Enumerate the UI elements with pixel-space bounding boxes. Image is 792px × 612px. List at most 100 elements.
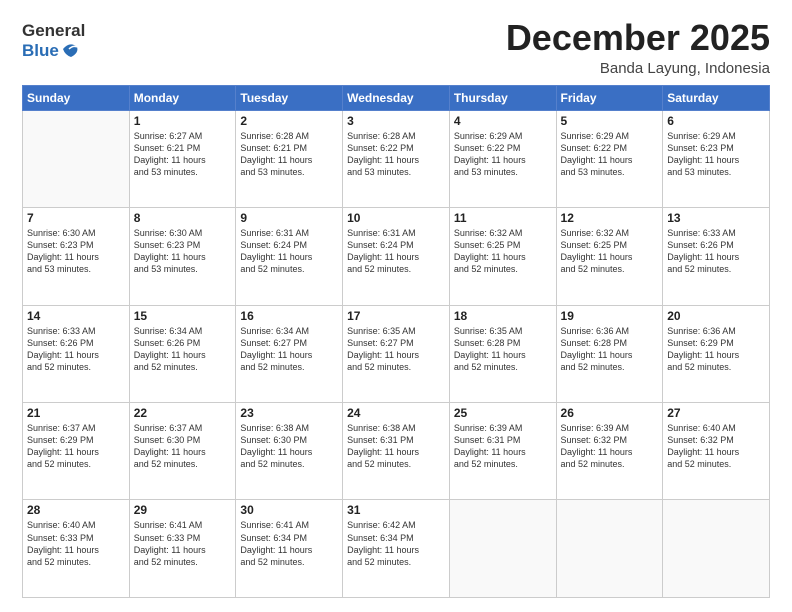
header: General Blue December 2025 Banda Layung,… [22, 18, 770, 77]
day-number: 4 [454, 114, 552, 128]
calendar-cell: 23 Sunrise: 6:38 AM Sunset: 6:30 PM Dayli… [236, 403, 343, 500]
day-info: Sunrise: 6:32 AM Sunset: 6:25 PM Dayligh… [561, 227, 659, 276]
day-number: 24 [347, 406, 445, 420]
day-info: Sunrise: 6:36 AM Sunset: 6:29 PM Dayligh… [667, 325, 765, 374]
day-number: 8 [134, 211, 232, 225]
day-info: Sunrise: 6:31 AM Sunset: 6:24 PM Dayligh… [347, 227, 445, 276]
day-number: 28 [27, 503, 125, 517]
day-number: 15 [134, 309, 232, 323]
calendar-week-row: 7 Sunrise: 6:30 AM Sunset: 6:23 PM Daylig… [23, 208, 770, 305]
calendar-cell: 27Sunrise: 6:40 AM Sunset: 6:32 PM Dayli… [663, 403, 770, 500]
logo-icon [61, 39, 79, 59]
day-number: 30 [240, 503, 338, 517]
day-number: 20 [667, 309, 765, 323]
calendar-week-row: 28 Sunrise: 6:40 AM Sunset: 6:33 PM Dayli… [23, 500, 770, 598]
calendar-cell: 7 Sunrise: 6:30 AM Sunset: 6:23 PM Daylig… [23, 208, 130, 305]
day-number: 9 [240, 211, 338, 225]
day-number: 10 [347, 211, 445, 225]
calendar-cell: 21 Sunrise: 6:37 AM Sunset: 6:29 PM Dayli… [23, 403, 130, 500]
calendar-cell: 2Sunrise: 6:28 AM Sunset: 6:21 PM Daylig… [236, 110, 343, 207]
day-info: Sunrise: 6:37 AM Sunset: 6:30 PM Dayligh… [134, 422, 232, 471]
calendar-cell: 24 Sunrise: 6:38 AM Sunset: 6:31 PM Dayli… [343, 403, 450, 500]
day-number: 7 [27, 211, 125, 225]
calendar-cell: 5 Sunrise: 6:29 AM Sunset: 6:22 PM Daylig… [556, 110, 663, 207]
calendar-cell: 8Sunrise: 6:30 AM Sunset: 6:23 PM Daylig… [129, 208, 236, 305]
day-number: 23 [240, 406, 338, 420]
day-number: 25 [454, 406, 552, 420]
logo-blue-text: Blue [22, 42, 59, 59]
day-info: Sunrise: 6:36 AM Sunset: 6:28 PM Dayligh… [561, 325, 659, 374]
calendar-cell: 26Sunrise: 6:39 AM Sunset: 6:32 PM Dayli… [556, 403, 663, 500]
title-block: December 2025 Banda Layung, Indonesia [506, 18, 770, 77]
calendar-week-row: 14 Sunrise: 6:33 AM Sunset: 6:26 PM Dayli… [23, 305, 770, 402]
day-info: Sunrise: 6:38 AM Sunset: 6:31 PM Dayligh… [347, 422, 445, 471]
day-number: 21 [27, 406, 125, 420]
calendar-cell: 25 Sunrise: 6:39 AM Sunset: 6:31 PM Dayli… [449, 403, 556, 500]
day-info: Sunrise: 6:28 AM Sunset: 6:22 PM Dayligh… [347, 130, 445, 179]
calendar-week-row: 21 Sunrise: 6:37 AM Sunset: 6:29 PM Dayli… [23, 403, 770, 500]
day-info: Sunrise: 6:35 AM Sunset: 6:28 PM Dayligh… [454, 325, 552, 374]
calendar-cell: 17 Sunrise: 6:35 AM Sunset: 6:27 PM Dayli… [343, 305, 450, 402]
calendar-cell [663, 500, 770, 598]
calendar-cell: 15 Sunrise: 6:34 AM Sunset: 6:26 PM Dayli… [129, 305, 236, 402]
day-info: Sunrise: 6:32 AM Sunset: 6:25 PM Dayligh… [454, 227, 552, 276]
day-number: 18 [454, 309, 552, 323]
calendar-cell [556, 500, 663, 598]
day-info: Sunrise: 6:34 AM Sunset: 6:27 PM Dayligh… [240, 325, 338, 374]
day-info: Sunrise: 6:41 AM Sunset: 6:34 PM Dayligh… [240, 519, 338, 568]
day-info: Sunrise: 6:30 AM Sunset: 6:23 PM Dayligh… [27, 227, 125, 276]
calendar-cell: 6 Sunrise: 6:29 AM Sunset: 6:23 PM Daylig… [663, 110, 770, 207]
day-info: Sunrise: 6:35 AM Sunset: 6:27 PM Dayligh… [347, 325, 445, 374]
logo: General Blue [22, 22, 85, 61]
day-number: 6 [667, 114, 765, 128]
day-info: Sunrise: 6:40 AM Sunset: 6:33 PM Dayligh… [27, 519, 125, 568]
day-number: 1 [134, 114, 232, 128]
day-number: 22 [134, 406, 232, 420]
day-header-sunday: Sunday [23, 85, 130, 110]
day-info: Sunrise: 6:27 AM Sunset: 6:21 PM Dayligh… [134, 130, 232, 179]
day-number: 19 [561, 309, 659, 323]
day-info: Sunrise: 6:38 AM Sunset: 6:30 PM Dayligh… [240, 422, 338, 471]
calendar-week-row: 1 Sunrise: 6:27 AM Sunset: 6:21 PM Daylig… [23, 110, 770, 207]
calendar-cell: 28 Sunrise: 6:40 AM Sunset: 6:33 PM Dayli… [23, 500, 130, 598]
day-info: Sunrise: 6:39 AM Sunset: 6:31 PM Dayligh… [454, 422, 552, 471]
day-number: 5 [561, 114, 659, 128]
day-number: 13 [667, 211, 765, 225]
day-header-saturday: Saturday [663, 85, 770, 110]
logo-general-text: General [22, 22, 85, 39]
day-info: Sunrise: 6:39 AM Sunset: 6:32 PM Dayligh… [561, 422, 659, 471]
day-info: Sunrise: 6:42 AM Sunset: 6:34 PM Dayligh… [347, 519, 445, 568]
day-info: Sunrise: 6:29 AM Sunset: 6:22 PM Dayligh… [454, 130, 552, 179]
day-info: Sunrise: 6:33 AM Sunset: 6:26 PM Dayligh… [27, 325, 125, 374]
day-number: 27 [667, 406, 765, 420]
day-info: Sunrise: 6:37 AM Sunset: 6:29 PM Dayligh… [27, 422, 125, 471]
day-number: 3 [347, 114, 445, 128]
calendar-header-row: SundayMondayTuesdayWednesdayThursdayFrid… [23, 85, 770, 110]
day-number: 11 [454, 211, 552, 225]
day-info: Sunrise: 6:29 AM Sunset: 6:23 PM Dayligh… [667, 130, 765, 179]
calendar-cell: 16Sunrise: 6:34 AM Sunset: 6:27 PM Dayli… [236, 305, 343, 402]
calendar-cell [449, 500, 556, 598]
calendar-cell: 11 Sunrise: 6:32 AM Sunset: 6:25 PM Dayli… [449, 208, 556, 305]
day-header-friday: Friday [556, 85, 663, 110]
calendar-cell [23, 110, 130, 207]
month-title: December 2025 [506, 18, 770, 58]
calendar-cell: 4 Sunrise: 6:29 AM Sunset: 6:22 PM Daylig… [449, 110, 556, 207]
day-info: Sunrise: 6:34 AM Sunset: 6:26 PM Dayligh… [134, 325, 232, 374]
calendar-cell: 18 Sunrise: 6:35 AM Sunset: 6:28 PM Dayli… [449, 305, 556, 402]
calendar-cell: 13 Sunrise: 6:33 AM Sunset: 6:26 PM Dayli… [663, 208, 770, 305]
page: General Blue December 2025 Banda Layung,… [0, 0, 792, 612]
day-number: 14 [27, 309, 125, 323]
calendar-cell: 12Sunrise: 6:32 AM Sunset: 6:25 PM Dayli… [556, 208, 663, 305]
day-header-thursday: Thursday [449, 85, 556, 110]
calendar-cell: 19 Sunrise: 6:36 AM Sunset: 6:28 PM Dayli… [556, 305, 663, 402]
calendar-cell: 1 Sunrise: 6:27 AM Sunset: 6:21 PM Daylig… [129, 110, 236, 207]
calendar-cell: 9Sunrise: 6:31 AM Sunset: 6:24 PM Daylig… [236, 208, 343, 305]
calendar-cell: 14 Sunrise: 6:33 AM Sunset: 6:26 PM Dayli… [23, 305, 130, 402]
day-info: Sunrise: 6:33 AM Sunset: 6:26 PM Dayligh… [667, 227, 765, 276]
day-info: Sunrise: 6:29 AM Sunset: 6:22 PM Dayligh… [561, 130, 659, 179]
day-header-monday: Monday [129, 85, 236, 110]
calendar-cell: 29Sunrise: 6:41 AM Sunset: 6:33 PM Dayli… [129, 500, 236, 598]
day-number: 31 [347, 503, 445, 517]
day-number: 17 [347, 309, 445, 323]
